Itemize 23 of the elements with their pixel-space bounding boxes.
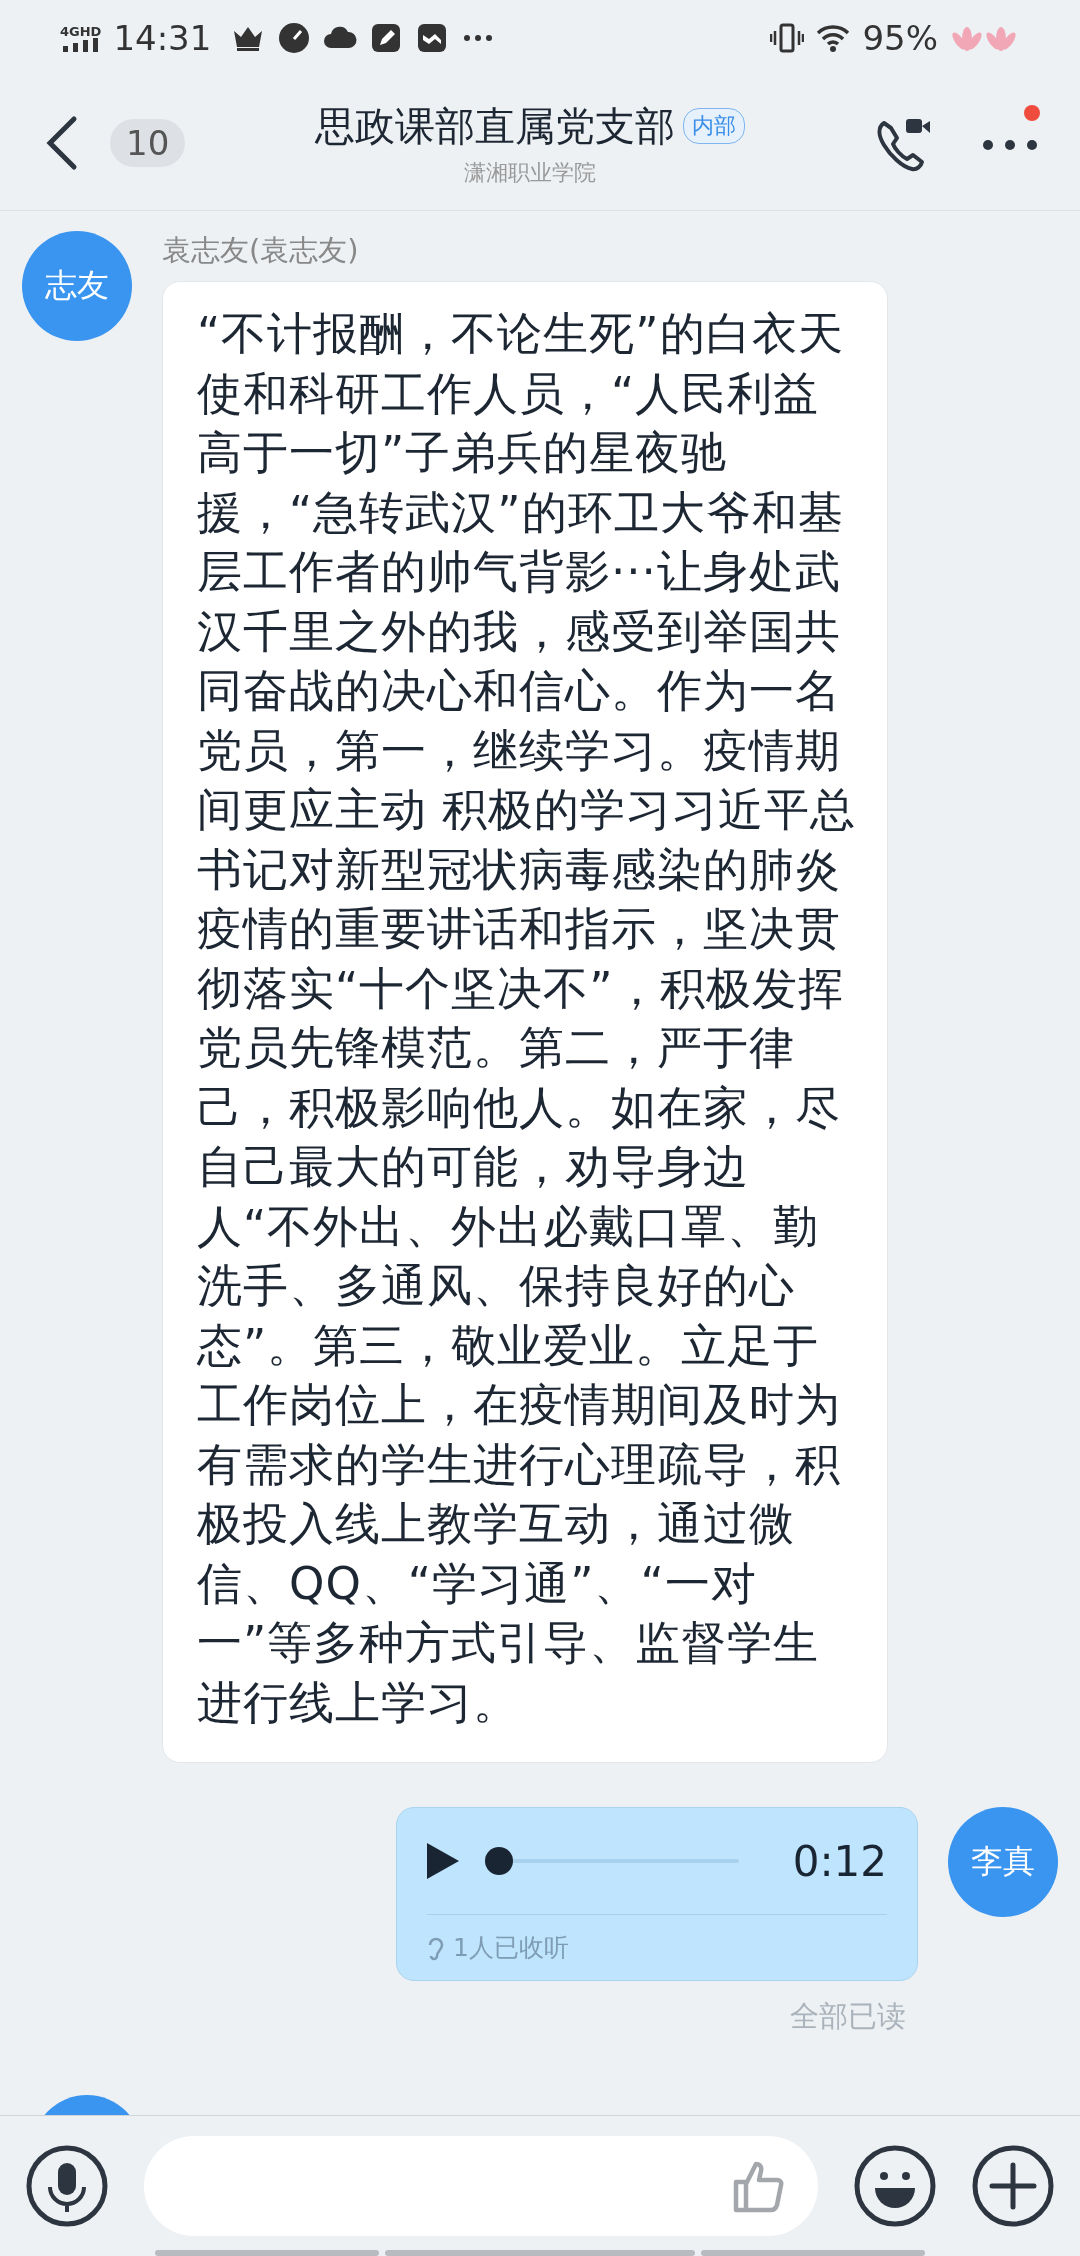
listened-count: 1人已收听 bbox=[453, 1932, 569, 1964]
voice-message[interactable]: 0:12 1人已收听 bbox=[396, 1807, 918, 1981]
microphone-icon[interactable] bbox=[26, 2145, 108, 2227]
avatar[interactable]: 李真 bbox=[948, 1807, 1058, 1917]
play-icon[interactable] bbox=[427, 1843, 459, 1879]
battery-percent: 95% bbox=[862, 18, 938, 58]
internal-tag: 内部 bbox=[682, 108, 745, 144]
status-time: 14:31 bbox=[113, 18, 212, 58]
avatar[interactable]: 志友 bbox=[22, 231, 132, 341]
network-indicator: 4GHD bbox=[60, 24, 102, 52]
chat-subtitle: 潇湘职业学院 bbox=[463, 158, 596, 187]
emoji-icon[interactable] bbox=[854, 2145, 936, 2227]
message-bubble: “不计报酬，不论生死”的白衣天使和科研工作人员，“人民利益高于一切”子弟兵的星夜驰援，“急转武汉”的环卫大爷和基层工作者的帅气背影···让身处武汉千里之外的我，感受到举国共同奋战的决心和信心。作为一名党员，第一，继续学习。疫情期间更应主动 积极的学习习近平总书记对新型冠状病毒感染的肺炎疫情的重要讲话和指示，坚决贯彻落实“十个坚决不”，积极发挥党员先锋模范。第二，严于律己，积极影响他人。如在家，尽自己最大的可能，劝导身边人“不外出、外出必戴口罩、勤洗手、多通风、保持良好的心态”。第三，敬业爱业。立足于工作岗位上，在疫情期间及时为有需求的学生进行心理疏导，积极投入线上教学互动，通过微信、QQ、“学习通”、“一对一”等多种方式引导、监督学生进行线上学习。 bbox=[162, 281, 888, 1763]
progress-thumb[interactable] bbox=[485, 1847, 513, 1875]
read-status: 全部已读 bbox=[790, 1998, 906, 2035]
unread-count: 10 bbox=[110, 119, 186, 167]
gauge-icon bbox=[277, 21, 312, 55]
sender-name: 袁志友(袁志友) bbox=[162, 232, 360, 269]
more-icon[interactable] bbox=[980, 140, 1040, 150]
add-icon[interactable] bbox=[972, 2145, 1054, 2227]
chat-title: 思政课部直属党支部 bbox=[314, 101, 675, 151]
vibrate-icon bbox=[770, 21, 805, 55]
voice-duration: 0:12 bbox=[792, 1836, 887, 1886]
